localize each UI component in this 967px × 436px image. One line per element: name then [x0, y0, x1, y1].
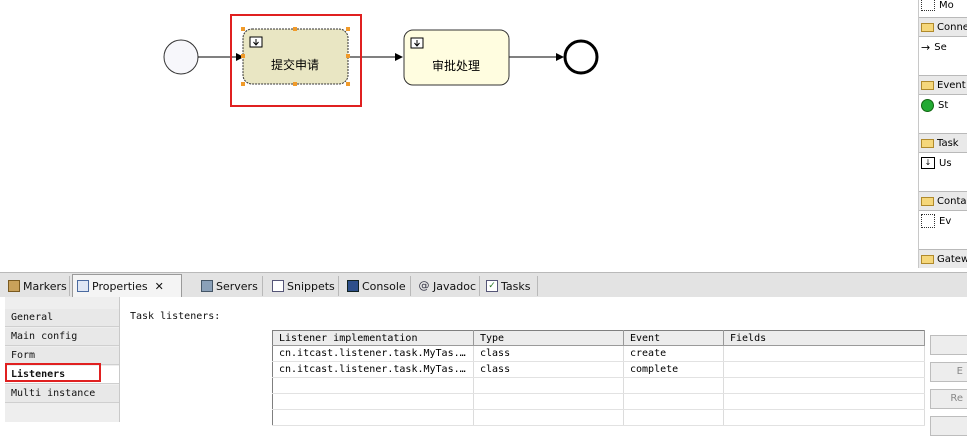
table-cell: class	[473, 361, 624, 378]
user-task-icon	[249, 36, 263, 48]
side-tab-multi-instance[interactable]: Multi instance	[5, 385, 119, 403]
end-event[interactable]	[563, 39, 599, 75]
start-event[interactable]	[163, 39, 199, 75]
folder-icon	[921, 138, 934, 148]
palette-item-sequence-flow[interactable]: → Se	[919, 38, 967, 56]
tab-console[interactable]: Console	[343, 276, 411, 296]
user-task-icon: ↓	[921, 157, 935, 169]
close-icon[interactable]: ✕	[155, 280, 164, 293]
column-header[interactable]: Event	[623, 330, 724, 346]
extra-button[interactable]	[930, 416, 967, 436]
snippets-icon	[272, 280, 284, 292]
tab-snippets[interactable]: Snippets	[268, 276, 339, 296]
task-label: 提交申请	[271, 57, 319, 72]
palette-item[interactable]: Mo	[919, 0, 967, 14]
table-cell: class	[473, 345, 624, 362]
palette-item-start-event[interactable]: St	[919, 96, 967, 114]
tab-tasks[interactable]: ✓ Tasks	[482, 276, 538, 296]
new-listener-button[interactable]	[930, 335, 967, 355]
side-tab-general[interactable]: General	[5, 309, 119, 327]
servers-icon	[201, 280, 213, 292]
console-icon	[347, 280, 359, 292]
folder-icon	[921, 80, 934, 90]
table-row-empty[interactable]	[272, 409, 925, 426]
folder-icon	[921, 254, 934, 264]
folder-icon	[921, 22, 934, 32]
listeners-tab-highlight	[5, 363, 101, 382]
table-cell: cn.itcast.listener.task.MyTas...	[272, 361, 474, 378]
user-task-approve[interactable]: 审批处理	[403, 29, 510, 86]
dotted-box-icon	[921, 214, 935, 228]
task-label: 审批处理	[432, 58, 480, 73]
markers-icon	[8, 280, 20, 292]
arrow-icon: →	[921, 40, 931, 54]
table-header: Listener implementation Type Event Field…	[272, 330, 925, 346]
table-row-empty[interactable]	[272, 393, 925, 410]
tab-javadoc[interactable]: @ Javadoc	[414, 276, 480, 296]
table-row[interactable]: cn.itcast.listener.task.MyTas... class c…	[272, 361, 925, 378]
side-tab-main-config[interactable]: Main config	[5, 328, 119, 346]
palette-drawer-gateways[interactable]: Gatew	[919, 249, 967, 268]
listeners-table[interactable]: Listener implementation Type Event Field…	[272, 330, 925, 426]
table-cell: complete	[623, 361, 724, 378]
table-cell	[723, 361, 925, 378]
palette-item-event-subprocess[interactable]: Ev	[919, 212, 967, 230]
view-tab-bar: Markers Properties ✕ Servers Snippets Co…	[0, 272, 967, 298]
tab-properties[interactable]: Properties ✕	[72, 274, 182, 297]
palette-drawer-connections[interactable]: Conne	[919, 17, 967, 37]
palette-drawer-tasks[interactable]: Task	[919, 133, 967, 153]
palette: Mo Conne → Se Event St Task ↓ Us Conta E…	[919, 0, 967, 268]
properties-side-tabs: General Main config Form Listeners Multi…	[5, 297, 120, 422]
properties-view: General Main config Form Listeners Multi…	[0, 297, 967, 436]
edit-listener-button[interactable]: E	[930, 362, 967, 382]
tab-servers[interactable]: Servers	[197, 276, 263, 296]
task-listeners-title: Task listeners:	[130, 311, 221, 322]
column-header[interactable]: Fields	[723, 330, 925, 346]
user-task-icon	[410, 37, 424, 49]
start-event-icon	[921, 98, 934, 112]
user-task-submit[interactable]: 提交申请	[241, 27, 350, 86]
palette-drawer-containers[interactable]: Conta	[919, 191, 967, 211]
table-cell: create	[623, 345, 724, 362]
table-row[interactable]: cn.itcast.listener.task.MyTas... class c…	[272, 345, 925, 362]
table-row-empty[interactable]	[272, 377, 925, 394]
column-header[interactable]: Type	[473, 330, 624, 346]
diagram-canvas[interactable]: 提交申请 审批处理	[0, 0, 919, 268]
palette-drawer-events[interactable]: Event	[919, 75, 967, 95]
tasks-icon: ✓	[486, 280, 498, 292]
table-cell	[723, 345, 925, 362]
folder-icon	[921, 196, 934, 206]
table-cell: cn.itcast.listener.task.MyTas...	[272, 345, 474, 362]
column-header[interactable]: Listener implementation	[272, 330, 474, 346]
diagram-svg: 提交申请 审批处理	[163, 14, 599, 107]
tab-markers[interactable]: Markers	[4, 276, 70, 296]
properties-icon	[77, 280, 89, 292]
palette-item-user-task[interactable]: ↓ Us	[919, 154, 967, 172]
remove-listener-button[interactable]: Re	[930, 389, 967, 409]
dotted-box-icon	[921, 0, 935, 11]
at-icon: @	[418, 279, 430, 292]
